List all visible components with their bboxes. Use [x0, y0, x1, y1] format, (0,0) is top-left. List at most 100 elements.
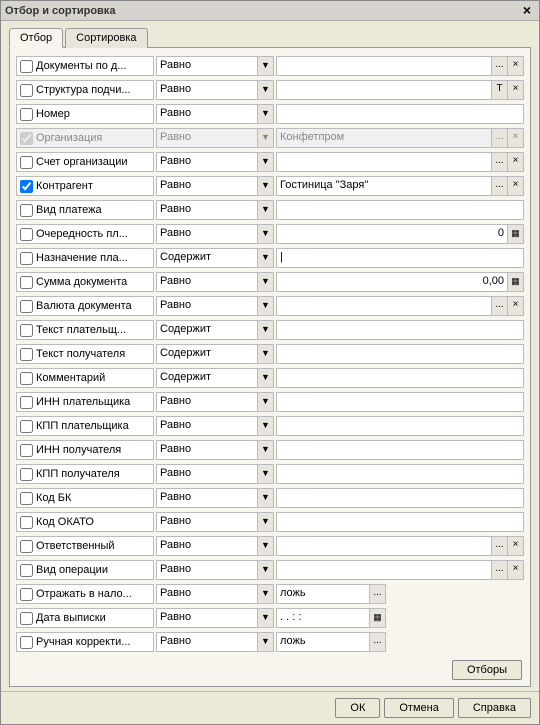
chevron-down-icon[interactable]: ▼	[257, 249, 273, 267]
enable-checkbox-doc-currency[interactable]	[20, 300, 33, 313]
clear-icon[interactable]: ×	[507, 81, 523, 99]
enable-checkbox-payment-priority[interactable]	[20, 228, 33, 241]
cancel-button[interactable]: Отмена	[384, 698, 453, 718]
enable-checkbox-payer-kpp[interactable]	[20, 420, 33, 433]
chevron-down-icon[interactable]: ▼	[257, 177, 273, 195]
value-input[interactable]: . . : :	[277, 609, 369, 627]
chevron-down-icon[interactable]: ▼	[257, 273, 273, 291]
enable-checkbox-payment-type[interactable]	[20, 204, 33, 217]
chevron-down-icon[interactable]: ▼	[257, 489, 273, 507]
value-input[interactable]	[277, 537, 491, 555]
ellipsis-icon[interactable]: ...	[491, 297, 507, 315]
value-input[interactable]	[277, 57, 491, 75]
enable-checkbox-operation-type[interactable]	[20, 564, 33, 577]
operator-value[interactable]: Равно	[157, 609, 257, 627]
clear-icon[interactable]: ×	[507, 561, 523, 579]
enable-checkbox-documents-by-date[interactable]	[20, 60, 33, 73]
ellipsis-icon[interactable]: ...	[491, 153, 507, 171]
value-input[interactable]	[277, 201, 523, 219]
ellipsis-icon[interactable]: ...	[491, 561, 507, 579]
value-input[interactable]	[277, 465, 523, 483]
value-input[interactable]	[277, 561, 491, 579]
chevron-down-icon[interactable]: ▼	[257, 105, 273, 123]
operator-value[interactable]: Равно	[157, 153, 257, 171]
value-input[interactable]	[277, 153, 491, 171]
ellipsis-icon[interactable]: ...	[491, 57, 507, 75]
clear-icon[interactable]: ×	[507, 57, 523, 75]
operator-value[interactable]: Равно	[157, 537, 257, 555]
ellipsis-icon[interactable]: ...	[491, 177, 507, 195]
enable-checkbox-responsible[interactable]	[20, 540, 33, 553]
operator-value[interactable]: Равно	[157, 201, 257, 219]
value-input[interactable]	[277, 369, 523, 387]
chevron-down-icon[interactable]: ▼	[257, 537, 273, 555]
value-input[interactable]	[277, 321, 523, 339]
value-input[interactable]: ложь	[277, 585, 369, 603]
operator-value[interactable]: Равно	[157, 465, 257, 483]
chevron-down-icon[interactable]: ▼	[257, 417, 273, 435]
value-input[interactable]: ложь	[277, 633, 369, 651]
value-input[interactable]: Гостиница "Заря"	[277, 177, 491, 195]
enable-checkbox-receiver-text[interactable]	[20, 348, 33, 361]
operator-value[interactable]: Равно	[157, 513, 257, 531]
clear-icon[interactable]: ×	[507, 537, 523, 555]
operator-value[interactable]: Содержит	[157, 249, 257, 267]
operator-value[interactable]: Содержит	[157, 345, 257, 363]
enable-checkbox-number[interactable]	[20, 108, 33, 121]
close-icon[interactable]: ×	[519, 3, 535, 19]
ok-button[interactable]: ОК	[335, 698, 380, 718]
operator-value[interactable]: Равно	[157, 225, 257, 243]
ellipsis-icon[interactable]: ...	[491, 537, 507, 555]
chevron-down-icon[interactable]: ▼	[257, 609, 273, 627]
value-input[interactable]	[277, 513, 523, 531]
tab-sort[interactable]: Сортировка	[65, 28, 147, 48]
chevron-down-icon[interactable]: ▼	[257, 393, 273, 411]
calculator-icon[interactable]: ▦	[507, 225, 523, 243]
chevron-down-icon[interactable]: ▼	[257, 513, 273, 531]
operator-value[interactable]: Равно	[157, 393, 257, 411]
clear-icon[interactable]: ×	[507, 153, 523, 171]
value-input[interactable]	[277, 345, 523, 363]
operator-value[interactable]: Равно	[157, 441, 257, 459]
enable-checkbox-manual-correction[interactable]	[20, 636, 33, 649]
value-input[interactable]: 0	[277, 225, 507, 243]
operator-value[interactable]: Равно	[157, 57, 257, 75]
chevron-down-icon[interactable]: ▼	[257, 585, 273, 603]
chevron-down-icon[interactable]: ▼	[257, 297, 273, 315]
chevron-down-icon[interactable]: ▼	[257, 465, 273, 483]
value-input[interactable]	[277, 441, 523, 459]
chevron-down-icon[interactable]: ▼	[257, 561, 273, 579]
enable-checkbox-receiver-kpp[interactable]	[20, 468, 33, 481]
operator-value[interactable]: Содержит	[157, 369, 257, 387]
value-input[interactable]	[277, 297, 491, 315]
ellipsis-icon[interactable]: ...	[369, 585, 385, 603]
clear-icon[interactable]: ×	[507, 297, 523, 315]
clear-icon[interactable]: ×	[507, 177, 523, 195]
operator-value[interactable]: Равно	[157, 489, 257, 507]
operator-value[interactable]: Равно	[157, 585, 257, 603]
enable-checkbox-receiver-inn[interactable]	[20, 444, 33, 457]
chevron-down-icon[interactable]: ▼	[257, 441, 273, 459]
enable-checkbox-payer-inn[interactable]	[20, 396, 33, 409]
calculator-icon[interactable]: ▦	[507, 273, 523, 291]
enable-checkbox-code-okato[interactable]	[20, 516, 33, 529]
chevron-down-icon[interactable]: ▼	[257, 153, 273, 171]
chevron-down-icon[interactable]: ▼	[257, 321, 273, 339]
value-input[interactable]	[277, 417, 523, 435]
value-input[interactable]	[277, 81, 491, 99]
enable-checkbox-counterparty[interactable]	[20, 180, 33, 193]
enable-checkbox-org-account[interactable]	[20, 156, 33, 169]
value-input[interactable]	[277, 489, 523, 507]
operator-value[interactable]: Равно	[157, 177, 257, 195]
enable-checkbox-doc-sum[interactable]	[20, 276, 33, 289]
operator-value[interactable]: Равно	[157, 633, 257, 651]
chevron-down-icon[interactable]: ▼	[257, 201, 273, 219]
enable-checkbox-code-bk[interactable]	[20, 492, 33, 505]
chevron-down-icon[interactable]: ▼	[257, 633, 273, 651]
calendar-icon[interactable]: ▦	[369, 609, 385, 627]
chevron-down-icon[interactable]: ▼	[257, 225, 273, 243]
ellipsis-icon[interactable]: ...	[369, 633, 385, 651]
enable-checkbox-statement-date[interactable]	[20, 612, 33, 625]
operator-value[interactable]: Равно	[157, 273, 257, 291]
value-input[interactable]: 0,00	[277, 273, 507, 291]
